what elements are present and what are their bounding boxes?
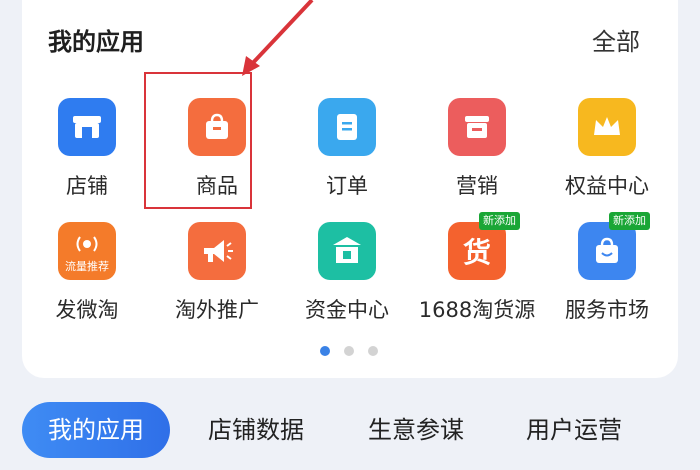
app-label: 店铺 bbox=[66, 174, 108, 198]
order-icon bbox=[318, 98, 376, 156]
app-external-promotion[interactable]: 淘外推广 bbox=[152, 222, 282, 342]
tab-store-data[interactable]: 店铺数据 bbox=[208, 402, 304, 458]
app-service-market[interactable]: 新添加 服务市场 bbox=[542, 212, 672, 342]
new-badge: 新添加 bbox=[479, 212, 520, 230]
app-weitao[interactable]: 流量推荐 发微淘 bbox=[22, 222, 152, 342]
app-label: 服务市场 bbox=[565, 298, 649, 322]
app-label: 订单 bbox=[326, 174, 368, 198]
page-dot[interactable] bbox=[320, 346, 330, 356]
tile-glyph: 货 bbox=[462, 236, 491, 269]
annotation-arrow bbox=[242, 0, 314, 76]
crown-icon bbox=[578, 98, 636, 156]
tab-my-apps[interactable]: 我的应用 bbox=[22, 402, 170, 458]
app-label: 营销 bbox=[456, 174, 498, 198]
view-all-link[interactable]: 全部 bbox=[592, 22, 640, 57]
section-title: 我的应用 bbox=[48, 28, 144, 56]
app-label: 资金中心 bbox=[305, 298, 389, 322]
app-store[interactable]: 店铺 bbox=[22, 98, 152, 218]
app-benefits-center[interactable]: 权益中心 bbox=[542, 98, 672, 218]
source-goods-icon: 货 新添加 bbox=[448, 212, 520, 280]
weitao-icon: 流量推荐 bbox=[58, 222, 116, 280]
app-orders[interactable]: 订单 bbox=[282, 98, 412, 218]
highlight-box bbox=[144, 72, 252, 209]
app-1688-sourcing[interactable]: 货 新添加 1688淘货源 bbox=[412, 212, 542, 342]
tab-user-operations[interactable]: 用户运营 bbox=[526, 402, 622, 458]
new-badge: 新添加 bbox=[609, 212, 650, 230]
service-market-icon: 新添加 bbox=[578, 212, 650, 280]
page-dot[interactable] bbox=[344, 346, 354, 356]
app-label: 淘外推广 bbox=[175, 298, 259, 322]
tile-caption: 流量推荐 bbox=[65, 260, 109, 273]
marketing-icon bbox=[448, 98, 506, 156]
app-label: 权益中心 bbox=[565, 174, 649, 198]
tab-business-advisor[interactable]: 生意参谋 bbox=[368, 402, 464, 458]
fund-icon bbox=[318, 222, 376, 280]
store-icon bbox=[58, 98, 116, 156]
app-marketing[interactable]: 营销 bbox=[412, 98, 542, 218]
page-indicator bbox=[320, 346, 378, 356]
app-fund-center[interactable]: 资金中心 bbox=[282, 222, 412, 342]
bottom-tab-bar: 我的应用 店铺数据 生意参谋 用户运营 bbox=[22, 402, 700, 462]
app-label: 1688淘货源 bbox=[418, 298, 536, 322]
app-label: 发微淘 bbox=[55, 298, 119, 322]
my-apps-card: 我的应用 全部 店铺 商品 订单 营销 权益中心 流量推荐 发微淘 淘外推广 资… bbox=[22, 0, 678, 378]
page-dot[interactable] bbox=[368, 346, 378, 356]
megaphone-icon bbox=[188, 222, 246, 280]
